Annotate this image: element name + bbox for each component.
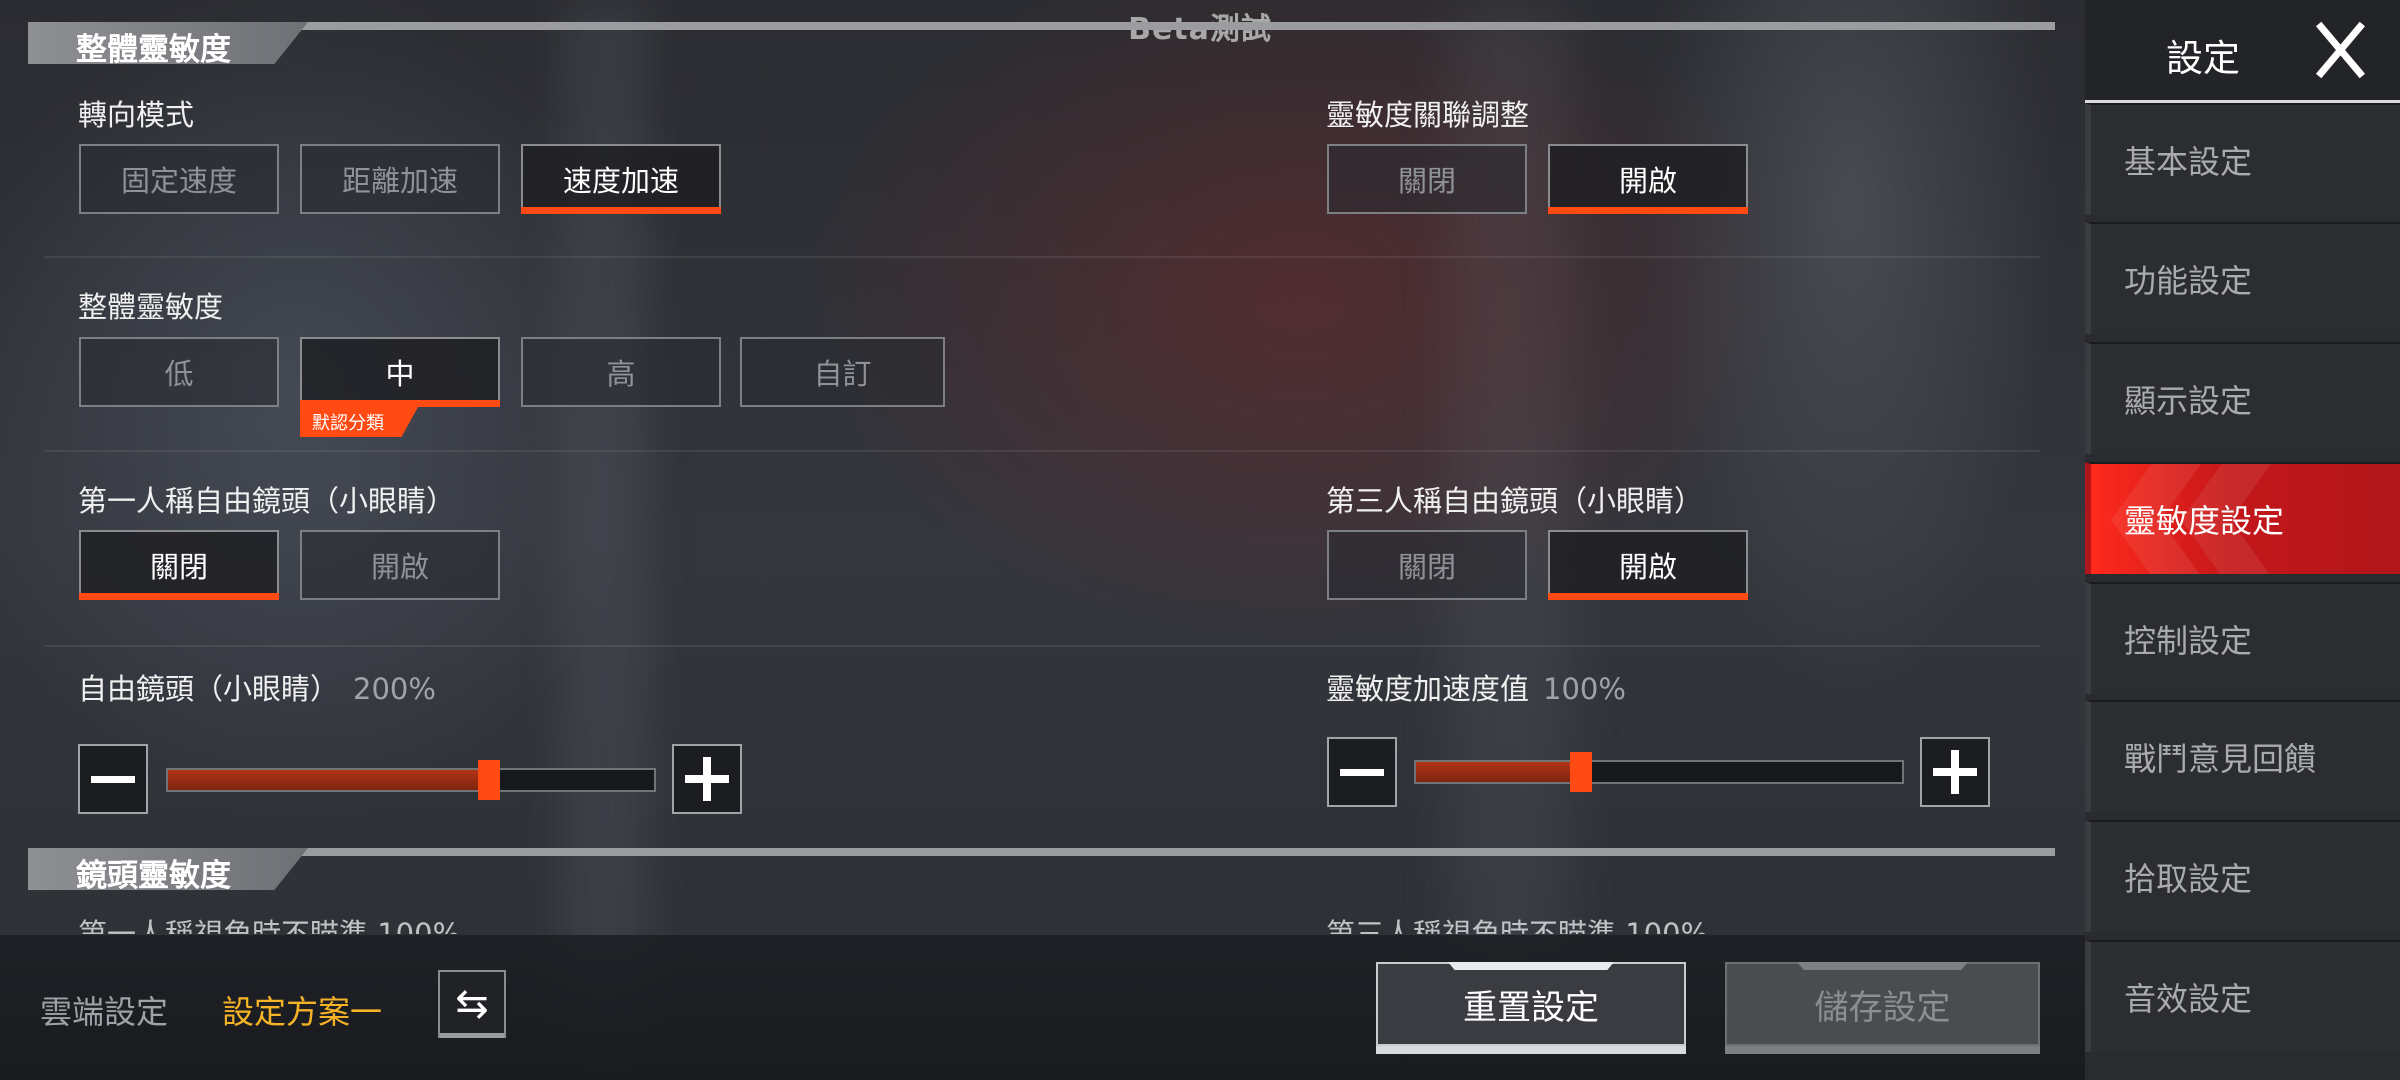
default-badge: 默認分類 (300, 407, 418, 437)
accel-slider-value: 100% (1543, 672, 1626, 706)
accel-slider-track[interactable] (1414, 752, 1904, 792)
tpp-freelook-option-off[interactable]: 關閉 (1327, 530, 1527, 600)
section-title-camera: 鏡頭靈敏度 (76, 858, 231, 894)
sidebar-item-label: 控制設定 (2124, 622, 2253, 660)
close-icon[interactable] (2310, 20, 2370, 80)
overall-option-mid[interactable]: 中 (300, 337, 500, 407)
freelook-slider-thumb[interactable] (477, 760, 500, 800)
sidebar-item-label: 音效設定 (2124, 980, 2253, 1018)
reset-settings-label: 重置設定 (1463, 987, 1599, 1028)
swap-plan-button[interactable]: ⇆ (438, 970, 506, 1038)
steering-option-fixed[interactable]: 固定速度 (79, 144, 279, 214)
sens-link-option-off[interactable]: 關閉 (1327, 144, 1527, 214)
section-title-overall: 整體靈敏度 (76, 32, 231, 68)
overall-option-high[interactable]: 高 (521, 337, 721, 407)
freelook-slider-value: 200% (353, 672, 436, 706)
section-divider (28, 848, 2055, 856)
sidebar-item-basic[interactable]: 基本設定 (2085, 103, 2400, 215)
tpp-freelook-label: 第三人稱自由鏡頭（小眼睛） (1326, 484, 1704, 518)
freelook-slider-label: 自由鏡頭（小眼睛） 200% (78, 666, 436, 708)
button-underline (1376, 1046, 1686, 1054)
save-settings-label: 儲存設定 (1814, 987, 1951, 1028)
row-divider (44, 645, 2040, 647)
sidebar-item-control[interactable]: 控制設定 (2085, 582, 2400, 694)
plus-icon (1933, 750, 1977, 794)
accel-slider-fill (1416, 762, 1582, 782)
minus-icon (91, 775, 135, 783)
section-divider (28, 22, 2055, 30)
freelook-minus-button[interactable] (78, 744, 148, 814)
steering-mode-label: 轉向模式 (78, 98, 195, 132)
swap-icon: ⇆ (455, 981, 489, 1027)
overall-sens-label: 整體靈敏度 (78, 290, 224, 324)
freelook-slider-fill (168, 770, 489, 790)
sidebar-title: 設定 (2166, 37, 2240, 80)
fpp-freelook-option-off[interactable]: 關閉 (79, 530, 279, 600)
accel-slider-label: 靈敏度加速度值 100% (1326, 666, 1626, 708)
plus-icon (685, 757, 729, 801)
sidebar-item-label: 靈敏度設定 (2124, 502, 2285, 540)
sens-link-label: 靈敏度關聯調整 (1326, 98, 1530, 132)
sidebar-item-label: 功能設定 (2124, 262, 2253, 300)
overall-option-custom[interactable]: 自訂 (740, 337, 945, 407)
cutoff-row-right: 第三人稱視角時不瞄準 100% (1326, 917, 1709, 934)
sidebar-item-label: 基本設定 (2124, 143, 2253, 181)
steering-option-speed[interactable]: 速度加速 (521, 144, 721, 214)
freelook-slider-track[interactable] (166, 760, 656, 800)
sidebar-item-function[interactable]: 功能設定 (2085, 222, 2400, 334)
accel-minus-button[interactable] (1327, 737, 1397, 807)
fpp-freelook-option-on[interactable]: 開啟 (300, 530, 500, 600)
settings-plan-name[interactable]: 設定方案一 (222, 987, 382, 1033)
button-notch (1797, 962, 1968, 970)
freelook-slider-name: 自由鏡頭（小眼睛） (78, 672, 340, 706)
cloud-settings-label: 雲端設定 (40, 993, 169, 1031)
row-divider (44, 450, 2040, 452)
overall-option-low[interactable]: 低 (79, 337, 279, 407)
sidebar-item-audio[interactable]: 音效設定 (2085, 940, 2400, 1052)
sens-link-option-on[interactable]: 開啟 (1548, 144, 1748, 214)
sidebar-item-combat-feedback[interactable]: 戰鬥意見回饋 (2085, 700, 2400, 812)
save-settings-button[interactable]: 儲存設定 (1725, 962, 2040, 1054)
sidebar-item-label: 戰鬥意見回饋 (2124, 740, 2317, 778)
reset-settings-button[interactable]: 重置設定 (1376, 962, 1686, 1054)
steering-option-distance[interactable]: 距離加速 (300, 144, 500, 214)
accel-slider-thumb[interactable] (1570, 752, 1593, 792)
sidebar-item-sensitivity[interactable]: 靈敏度設定 (2085, 462, 2400, 574)
button-underline (1725, 1046, 2040, 1054)
accel-slider-name: 靈敏度加速度值 (1326, 672, 1530, 706)
freelook-plus-button[interactable] (672, 744, 742, 814)
fpp-freelook-label: 第一人稱自由鏡頭（小眼睛） (78, 484, 456, 518)
accel-plus-button[interactable] (1920, 737, 1990, 807)
sidebar-item-label: 拾取設定 (2124, 860, 2253, 898)
cutoff-row-left: 第一人稱視角時不瞄準 100% (78, 917, 461, 934)
sidebar-item-display[interactable]: 顯示設定 (2085, 342, 2400, 454)
button-notch (1448, 962, 1614, 970)
tpp-freelook-option-on[interactable]: 開啟 (1548, 530, 1748, 600)
sidebar-item-label: 顯示設定 (2124, 382, 2253, 420)
sidebar-item-pickup[interactable]: 拾取設定 (2085, 820, 2400, 932)
row-divider (44, 256, 2040, 258)
minus-icon (1340, 768, 1384, 776)
